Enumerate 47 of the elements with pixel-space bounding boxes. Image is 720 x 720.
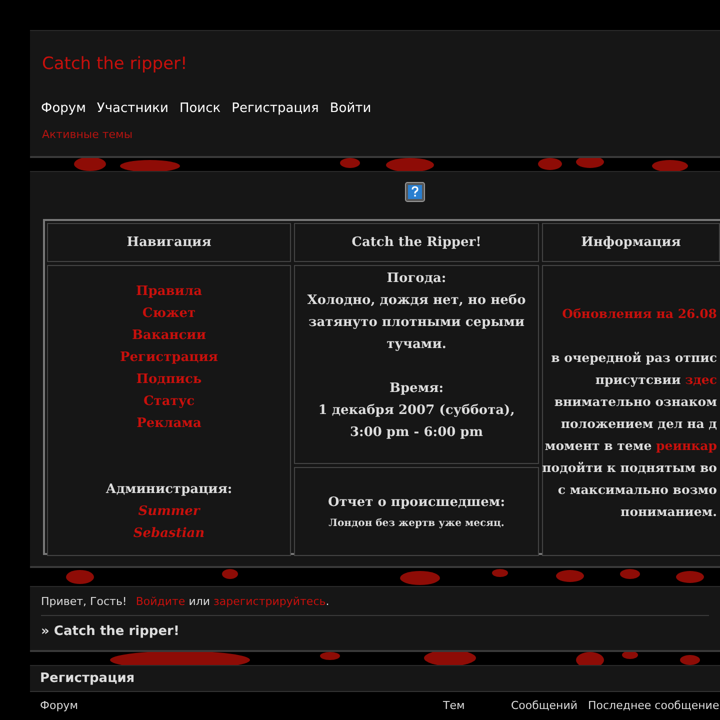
active-topics-link[interactable]: Активные темы [42, 128, 133, 141]
weather-label: Погода: [386, 270, 446, 288]
info-text: присутсвии здес [595, 371, 717, 389]
nav-link[interactable]: Форум [36, 99, 91, 118]
admin-label: Администрация: [106, 481, 232, 499]
help-icon[interactable] [405, 182, 425, 202]
column-header: Навигация [47, 223, 291, 262]
column-header: Сообщений [511, 699, 579, 712]
time-text: 1 декабря 2007 (суббота), 3:00 pm - 6:00 pm [317, 402, 516, 442]
admin-link[interactable]: Summer [138, 501, 200, 523]
login-link[interactable]: Войдите [136, 594, 186, 608]
nav-link[interactable]: Участники [92, 99, 174, 118]
info-text: пониманием. [620, 503, 717, 521]
info-link[interactable]: здес [685, 372, 717, 387]
report-text: Лондон без жертв уже месяц. [328, 516, 504, 530]
nav-link[interactable]: Регистрация [226, 99, 324, 118]
report-title: Отчет о происшедшем: [328, 494, 506, 512]
weather-text: Холодно, дождя нет, но небо затянуто плотными серыми тучами. [306, 292, 527, 354]
navigation-link[interactable]: Реклама [136, 413, 202, 435]
greeting-text: Привет, Гость! [41, 594, 127, 608]
nav-link[interactable]: Поиск [174, 99, 226, 118]
admin-link[interactable]: Sebastian [133, 523, 205, 545]
nav-link[interactable]: Войти [324, 99, 376, 118]
navigation-link[interactable]: Правила [136, 281, 202, 303]
info-text: момент в теме реинкар [544, 437, 717, 455]
info-text: с максимально возмо [558, 481, 717, 499]
column-header: Информация [542, 223, 720, 262]
column-header: Форум [40, 699, 79, 712]
info-text: положением дел на д [560, 415, 717, 433]
navigation-link[interactable]: Статус [143, 391, 195, 413]
navigation-link[interactable]: Вакансии [132, 325, 206, 347]
column-header: Тем [443, 699, 466, 712]
navigation-link[interactable]: Сюжет [142, 303, 196, 325]
info-text: внимательно ознаком [554, 393, 717, 411]
navigation-link[interactable]: Подпись [136, 369, 202, 391]
site-title[interactable]: Catch the ripper! [42, 54, 188, 74]
info-text: в очередной раз отпис [551, 349, 717, 367]
column-header: Catch the Ripper! [294, 223, 539, 262]
register-link[interactable]: зарегистрируйтесь [214, 594, 326, 608]
info-link[interactable]: реинкар [656, 438, 717, 453]
updates-title: Обновления на 26.08 [562, 305, 717, 323]
column-header: Последнее сообщение [588, 699, 720, 712]
time-label: Время: [389, 380, 444, 398]
navigation-link[interactable]: Регистрация [120, 347, 218, 369]
info-text: подойти к поднятым во [542, 459, 717, 477]
login-prompt-text: Войдите или зарегистрируйтесь. [136, 594, 330, 608]
breadcrumb[interactable]: » Catch the ripper! [41, 624, 180, 639]
